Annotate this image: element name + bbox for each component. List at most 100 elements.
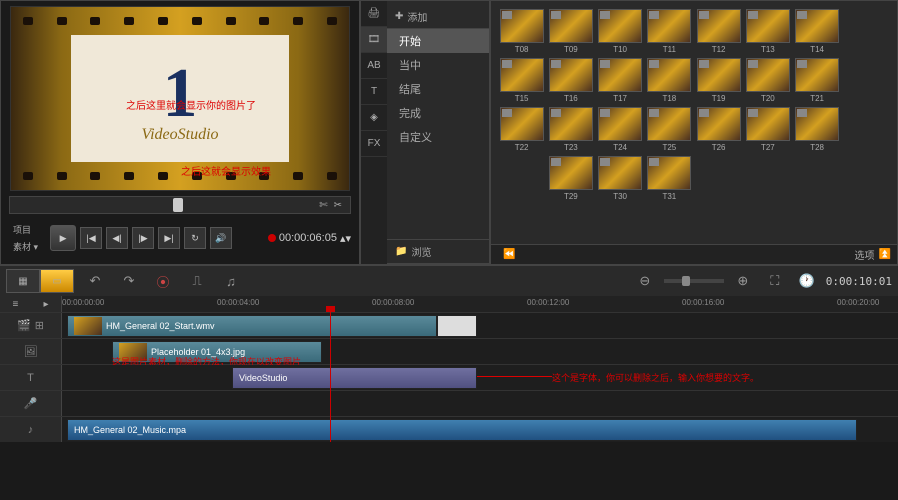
browse-label[interactable]: 浏览	[411, 244, 431, 259]
split-icon[interactable]: ✂	[334, 200, 342, 211]
thumb-T09[interactable]: T09	[548, 9, 593, 54]
music-track-icon[interactable]: ♪	[28, 424, 34, 436]
ruler-mark: 00:00:00:00	[62, 298, 104, 307]
thumb-T14[interactable]: T14	[795, 9, 840, 54]
thumb-T28[interactable]: T28	[795, 107, 840, 152]
cat-middle[interactable]: 当中	[387, 53, 489, 77]
go-start-button[interactable]: |◀	[80, 227, 102, 249]
options-expand-icon[interactable]: ⏫	[879, 249, 891, 260]
ruler-mark: 00:00:04:00	[217, 298, 259, 307]
track-toggle-icon[interactable]: ▸	[43, 299, 48, 310]
zoom-slider[interactable]	[664, 279, 724, 283]
overlay-track-icon[interactable]: 🖼	[24, 345, 38, 358]
thumb-T13[interactable]: T13	[745, 9, 790, 54]
undo-button[interactable]: ↶	[82, 270, 108, 292]
thumb-T27[interactable]: T27	[745, 107, 790, 152]
cat-complete[interactable]: 完成	[387, 101, 489, 125]
thumb-T23[interactable]: T23	[548, 107, 593, 152]
transition-clip[interactable]	[437, 315, 477, 337]
clock-icon[interactable]: 🕐	[794, 270, 820, 292]
timecode-stepper[interactable]: ▴▾	[340, 232, 351, 245]
cat-custom[interactable]: 自定义	[387, 125, 489, 149]
play-button[interactable]: ▶	[50, 225, 76, 251]
video-track-icon[interactable]: 🎬	[17, 319, 31, 332]
playhead[interactable]	[330, 312, 331, 442]
thumb-T19[interactable]: T19	[696, 58, 741, 103]
thumb-label: T27	[761, 143, 775, 152]
prev-frame-button[interactable]: ◀|	[106, 227, 128, 249]
scrub-handle[interactable]	[173, 198, 183, 212]
thumb-T29[interactable]: T29	[548, 156, 593, 201]
preview-panel: 1 VideoStudio 之后这里就会显示你的图片了 之后这就会显示效果 ✄ …	[0, 0, 360, 265]
track-menu-icon[interactable]: ≡	[13, 299, 19, 310]
add-icon[interactable]: ✚	[395, 11, 403, 22]
record-indicator	[268, 234, 276, 242]
tab-graphic-icon[interactable]: ◈	[361, 105, 387, 131]
tab-filter-icon[interactable]: FX	[361, 131, 387, 157]
tab-clip[interactable]: 素材 ▾	[9, 239, 42, 254]
thumb-T21[interactable]: T21	[795, 58, 840, 103]
thumb-T26[interactable]: T26	[696, 107, 741, 152]
go-end-button[interactable]: ▶|	[158, 227, 180, 249]
tab-media-icon[interactable]: 🖨	[361, 1, 387, 27]
thumb-T20[interactable]: T20	[745, 58, 790, 103]
voice-track-icon[interactable]: 🎤	[24, 397, 38, 410]
countdown-number: 1	[163, 54, 198, 134]
volume-button[interactable]: 🔊	[210, 227, 232, 249]
annotation-2: 之后这就会显示效果	[181, 163, 271, 178]
title-clip[interactable]: VideoStudio	[232, 367, 477, 389]
add-label[interactable]: 添加	[407, 9, 427, 24]
thumb-T11[interactable]: T11	[647, 9, 692, 54]
thumb-T25[interactable]: T25	[647, 107, 692, 152]
zoom-in-button[interactable]: ⊕	[730, 270, 756, 292]
timeline-view-button[interactable]: ▭	[40, 269, 74, 293]
preview-scrubber[interactable]: ✄ ✂	[9, 196, 351, 214]
cat-end[interactable]: 结尾	[387, 77, 489, 101]
thumb-T10[interactable]: T10	[598, 9, 643, 54]
time-ruler[interactable]: 00:00:00:0000:00:04:0000:00:08:0000:00:1…	[62, 296, 898, 312]
thumb-T15[interactable]: T15	[499, 58, 544, 103]
thumb-label: T29	[564, 192, 578, 201]
audio-mixer-button[interactable]: ⎍	[184, 270, 210, 292]
link-icon[interactable]: ⊞	[35, 319, 44, 332]
thumb-label: T26	[712, 143, 726, 152]
tab-instant-icon[interactable]: 🎞	[361, 27, 387, 53]
transport-bar: 项目 素材 ▾ ▶ |◀ ◀| |▶ ▶| ↻ 🔊 00:00:06:05 ▴▾	[1, 218, 359, 258]
thumb-label: T10	[613, 45, 627, 54]
video-clip[interactable]: HM_General 02_Start.wmv	[67, 315, 437, 337]
thumb-T16[interactable]: T16	[548, 58, 593, 103]
thumb-T24[interactable]: T24	[598, 107, 643, 152]
title-annotation: 这个是字体，你可以删除之后，输入你想要的文字。	[552, 371, 759, 384]
thumb-T08[interactable]: T08	[499, 9, 544, 54]
thumb-label: T11	[663, 45, 676, 54]
options-label[interactable]: 选项	[855, 247, 875, 262]
storyboard-view-button[interactable]: ▦	[6, 269, 40, 293]
thumb-label: T14	[810, 45, 824, 54]
auto-music-button[interactable]: ♫	[218, 270, 244, 292]
thumb-T31[interactable]: T31	[647, 156, 692, 201]
preview-monitor: 1 VideoStudio 之后这里就会显示你的图片了 之后这就会显示效果	[10, 6, 350, 191]
preview-timecode: 00:00:06:05	[279, 232, 337, 244]
fit-button[interactable]: ⛶	[762, 270, 788, 292]
browse-icon[interactable]: 📁	[395, 246, 407, 257]
collapse-icon[interactable]: ⏪	[503, 249, 515, 260]
thumb-T17[interactable]: T17	[598, 58, 643, 103]
zoom-out-button[interactable]: ⊖	[632, 270, 658, 292]
tab-project[interactable]: 项目	[9, 222, 42, 237]
tab-title-icon[interactable]: T	[361, 79, 387, 105]
record-button[interactable]: ⦿	[150, 270, 176, 292]
cat-start[interactable]: 开始	[387, 29, 489, 53]
thumb-T22[interactable]: T22	[499, 107, 544, 152]
thumb-label: T15	[515, 94, 529, 103]
thumb-label: T19	[712, 94, 726, 103]
title-track-icon[interactable]: T	[27, 372, 34, 384]
thumb-T12[interactable]: T12	[696, 9, 741, 54]
repeat-button[interactable]: ↻	[184, 227, 206, 249]
next-frame-button[interactable]: |▶	[132, 227, 154, 249]
mark-in-icon[interactable]: ✄	[319, 200, 327, 211]
tab-transition-icon[interactable]: AB	[361, 53, 387, 79]
audio-clip[interactable]: HM_General 02_Music.mpa	[67, 419, 857, 441]
redo-button[interactable]: ↷	[116, 270, 142, 292]
thumb-T18[interactable]: T18	[647, 58, 692, 103]
thumb-T30[interactable]: T30	[598, 156, 643, 201]
